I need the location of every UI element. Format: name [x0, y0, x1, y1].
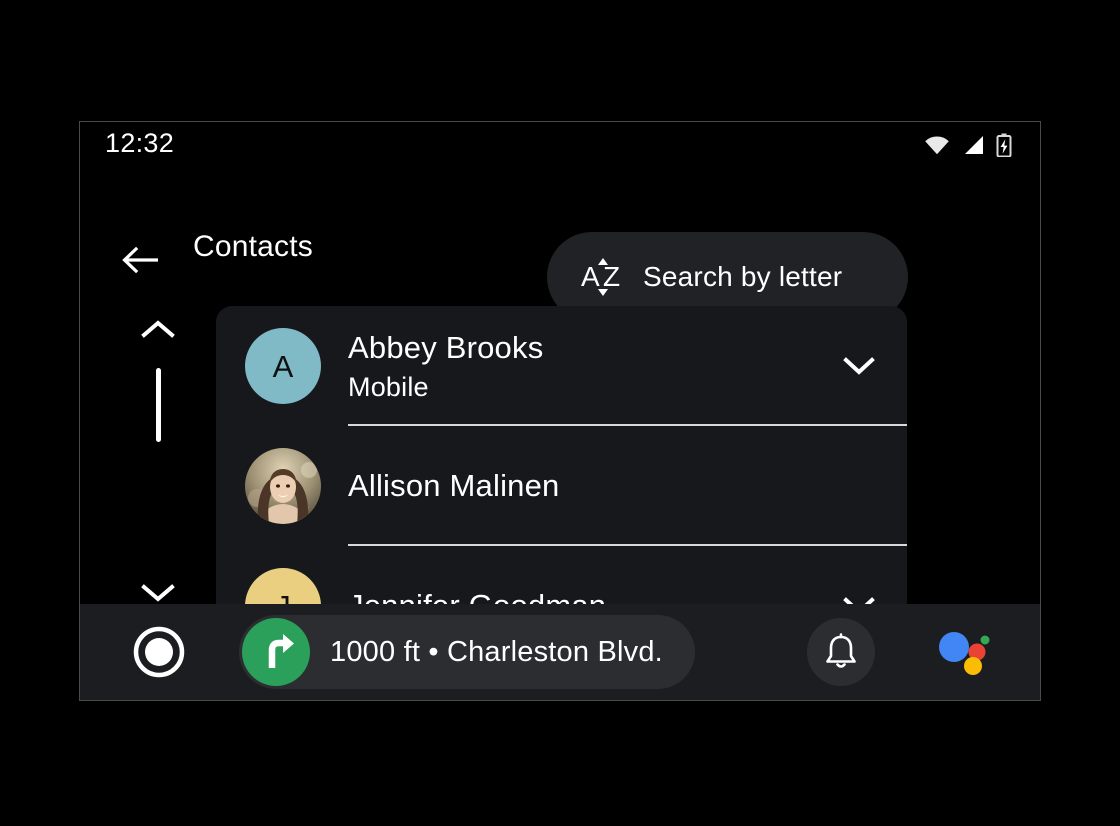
search-pill-label: Search by letter — [643, 261, 843, 292]
avatar — [245, 448, 321, 524]
svg-text:Z: Z — [603, 261, 620, 292]
home-button[interactable] — [130, 623, 188, 681]
sort-alpha-az-icon: A Z — [579, 253, 627, 301]
contact-name: Allison Malinen — [348, 468, 560, 503]
contact-text: Allison Malinen — [348, 468, 907, 504]
chevron-up-icon — [141, 320, 175, 338]
assistant-button[interactable] — [928, 618, 996, 686]
home-circle-icon — [133, 626, 185, 678]
scroll-up-button[interactable] — [116, 306, 200, 352]
contact-row[interactable]: Allison Malinen — [216, 426, 907, 546]
notifications-button[interactable] — [807, 618, 875, 686]
wifi-icon — [925, 136, 949, 155]
avatar: A — [245, 328, 321, 404]
scrollbar-thumb[interactable] — [156, 368, 161, 442]
status-clock: 12:32 — [105, 128, 175, 158]
contact-name: Abbey Brooks — [348, 329, 544, 365]
battery-charging-icon — [996, 133, 1012, 157]
scrollbar — [116, 306, 200, 616]
status-icon-group — [924, 133, 1012, 157]
cell-signal-icon — [965, 136, 983, 154]
status-bar: 12:32 — [80, 122, 1040, 174]
device-screen: 12:32 Contacts A Z Search by letter A Ab… — [79, 121, 1041, 701]
chevron-down-icon — [141, 584, 175, 602]
google-assistant-icon — [939, 632, 990, 675]
chevron-down-icon — [843, 357, 875, 375]
contact-row[interactable]: A Abbey Brooks Mobile — [216, 306, 907, 426]
contact-subtitle: Mobile — [348, 371, 429, 402]
navigation-label: 1000 ft • Charleston Blvd. — [330, 635, 663, 668]
app-header: Contacts A Z Search by letter — [80, 174, 1040, 322]
arrow-left-icon — [122, 246, 158, 274]
svg-text:A: A — [581, 261, 600, 292]
navigation-pill[interactable]: 1000 ft • Charleston Blvd. — [239, 615, 695, 689]
contact-photo — [245, 448, 321, 524]
page-title: Contacts — [193, 230, 313, 263]
avatar-letter: A — [272, 348, 294, 384]
bell-icon — [826, 633, 856, 668]
expand-contact-button[interactable] — [829, 336, 889, 396]
bottom-nav-bar: 1000 ft • Charleston Blvd. — [80, 604, 1040, 700]
turn-right-icon — [242, 618, 310, 686]
contact-text: Abbey Brooks Mobile — [348, 330, 829, 403]
back-button[interactable] — [118, 240, 162, 280]
